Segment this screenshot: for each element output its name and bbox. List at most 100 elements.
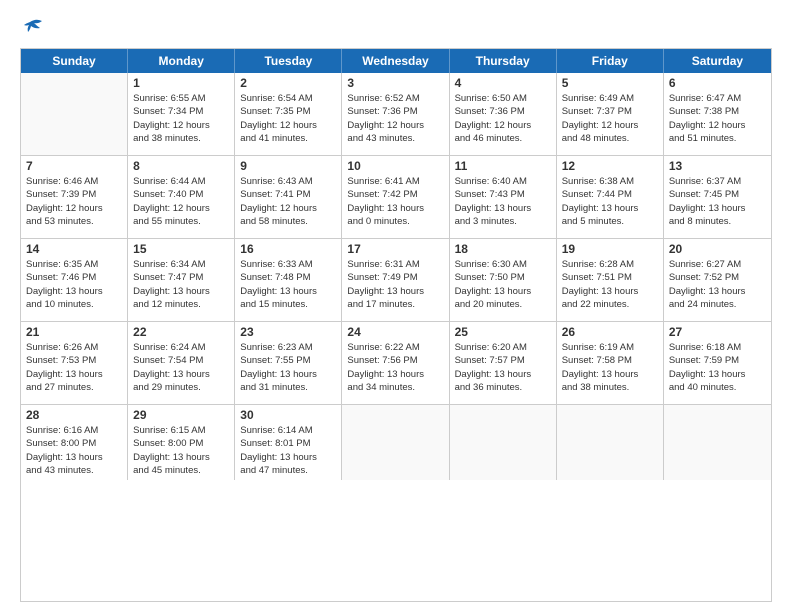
calendar-header-cell: Tuesday [235,49,342,73]
day-number: 5 [562,76,658,90]
day-info: Sunrise: 6:33 AM Sunset: 7:48 PM Dayligh… [240,258,336,311]
calendar-day-cell [342,405,449,480]
day-number: 24 [347,325,443,339]
day-number: 12 [562,159,658,173]
calendar-day-cell: 28 Sunrise: 6:16 AM Sunset: 8:00 PM Dayli… [21,405,128,480]
day-info: Sunrise: 6:38 AM Sunset: 7:44 PM Dayligh… [562,175,658,228]
day-number: 21 [26,325,122,339]
day-number: 27 [669,325,766,339]
calendar-day-cell: 19 Sunrise: 6:28 AM Sunset: 7:51 PM Dayli… [557,239,664,321]
day-number: 19 [562,242,658,256]
calendar-header: SundayMondayTuesdayWednesdayThursdayFrid… [21,49,771,73]
calendar-header-cell: Thursday [450,49,557,73]
calendar-day-cell [557,405,664,480]
day-number: 15 [133,242,229,256]
calendar-day-cell: 11 Sunrise: 6:40 AM Sunset: 7:43 PM Dayli… [450,156,557,238]
day-info: Sunrise: 6:47 AM Sunset: 7:38 PM Dayligh… [669,92,766,145]
page: SundayMondayTuesdayWednesdayThursdayFrid… [0,0,792,612]
calendar-day-cell [21,73,128,155]
day-info: Sunrise: 6:43 AM Sunset: 7:41 PM Dayligh… [240,175,336,228]
calendar-day-cell: 18 Sunrise: 6:30 AM Sunset: 7:50 PM Dayli… [450,239,557,321]
day-info: Sunrise: 6:20 AM Sunset: 7:57 PM Dayligh… [455,341,551,394]
day-info: Sunrise: 6:16 AM Sunset: 8:00 PM Dayligh… [26,424,122,477]
day-number: 18 [455,242,551,256]
calendar-day-cell: 12 Sunrise: 6:38 AM Sunset: 7:44 PM Dayli… [557,156,664,238]
calendar-day-cell: 23Sunrise: 6:23 AM Sunset: 7:55 PM Dayli… [235,322,342,404]
day-info: Sunrise: 6:26 AM Sunset: 7:53 PM Dayligh… [26,341,122,394]
header [20,16,772,38]
calendar-day-cell: 1Sunrise: 6:55 AM Sunset: 7:34 PM Daylig… [128,73,235,155]
calendar-week-row: 21 Sunrise: 6:26 AM Sunset: 7:53 PM Dayli… [21,322,771,405]
calendar-day-cell: 7Sunrise: 6:46 AM Sunset: 7:39 PM Daylig… [21,156,128,238]
calendar-day-cell: 29 Sunrise: 6:15 AM Sunset: 8:00 PM Dayli… [128,405,235,480]
calendar-header-cell: Sunday [21,49,128,73]
calendar-day-cell: 21 Sunrise: 6:26 AM Sunset: 7:53 PM Dayli… [21,322,128,404]
day-number: 30 [240,408,336,422]
calendar-day-cell: 6 Sunrise: 6:47 AM Sunset: 7:38 PM Daylig… [664,73,771,155]
day-info: Sunrise: 6:28 AM Sunset: 7:51 PM Dayligh… [562,258,658,311]
calendar-day-cell [664,405,771,480]
calendar-day-cell: 25 Sunrise: 6:20 AM Sunset: 7:57 PM Dayli… [450,322,557,404]
day-info: Sunrise: 6:55 AM Sunset: 7:34 PM Dayligh… [133,92,229,145]
calendar-header-cell: Friday [557,49,664,73]
day-number: 16 [240,242,336,256]
day-info: Sunrise: 6:15 AM Sunset: 8:00 PM Dayligh… [133,424,229,477]
day-info: Sunrise: 6:40 AM Sunset: 7:43 PM Dayligh… [455,175,551,228]
day-number: 2 [240,76,336,90]
day-info: Sunrise: 6:41 AM Sunset: 7:42 PM Dayligh… [347,175,443,228]
day-number: 22 [133,325,229,339]
day-number: 14 [26,242,122,256]
calendar-day-cell: 13Sunrise: 6:37 AM Sunset: 7:45 PM Dayli… [664,156,771,238]
day-info: Sunrise: 6:19 AM Sunset: 7:58 PM Dayligh… [562,341,658,394]
calendar-day-cell: 22 Sunrise: 6:24 AM Sunset: 7:54 PM Dayli… [128,322,235,404]
logo-bird-icon [22,16,44,38]
calendar-day-cell: 14Sunrise: 6:35 AM Sunset: 7:46 PM Dayli… [21,239,128,321]
calendar-day-cell: 16 Sunrise: 6:33 AM Sunset: 7:48 PM Dayli… [235,239,342,321]
calendar-body: 1Sunrise: 6:55 AM Sunset: 7:34 PM Daylig… [21,73,771,480]
calendar-day-cell: 26 Sunrise: 6:19 AM Sunset: 7:58 PM Dayli… [557,322,664,404]
calendar-week-row: 1Sunrise: 6:55 AM Sunset: 7:34 PM Daylig… [21,73,771,156]
day-info: Sunrise: 6:54 AM Sunset: 7:35 PM Dayligh… [240,92,336,145]
day-info: Sunrise: 6:22 AM Sunset: 7:56 PM Dayligh… [347,341,443,394]
day-number: 3 [347,76,443,90]
calendar-day-cell: 17Sunrise: 6:31 AM Sunset: 7:49 PM Dayli… [342,239,449,321]
calendar-week-row: 28 Sunrise: 6:16 AM Sunset: 8:00 PM Dayli… [21,405,771,480]
calendar-week-row: 7Sunrise: 6:46 AM Sunset: 7:39 PM Daylig… [21,156,771,239]
day-number: 26 [562,325,658,339]
day-info: Sunrise: 6:34 AM Sunset: 7:47 PM Dayligh… [133,258,229,311]
calendar-day-cell: 2 Sunrise: 6:54 AM Sunset: 7:35 PM Daylig… [235,73,342,155]
calendar-week-row: 14Sunrise: 6:35 AM Sunset: 7:46 PM Dayli… [21,239,771,322]
day-number: 20 [669,242,766,256]
day-number: 9 [240,159,336,173]
calendar-day-cell: 4Sunrise: 6:50 AM Sunset: 7:36 PM Daylig… [450,73,557,155]
day-number: 11 [455,159,551,173]
calendar-header-cell: Wednesday [342,49,449,73]
day-info: Sunrise: 6:49 AM Sunset: 7:37 PM Dayligh… [562,92,658,145]
day-number: 8 [133,159,229,173]
day-number: 23 [240,325,336,339]
calendar-day-cell: 10 Sunrise: 6:41 AM Sunset: 7:42 PM Dayli… [342,156,449,238]
day-info: Sunrise: 6:44 AM Sunset: 7:40 PM Dayligh… [133,175,229,228]
calendar-day-cell: 9 Sunrise: 6:43 AM Sunset: 7:41 PM Daylig… [235,156,342,238]
day-number: 10 [347,159,443,173]
calendar-day-cell: 20 Sunrise: 6:27 AM Sunset: 7:52 PM Dayli… [664,239,771,321]
day-info: Sunrise: 6:30 AM Sunset: 7:50 PM Dayligh… [455,258,551,311]
day-info: Sunrise: 6:14 AM Sunset: 8:01 PM Dayligh… [240,424,336,477]
day-number: 25 [455,325,551,339]
day-info: Sunrise: 6:24 AM Sunset: 7:54 PM Dayligh… [133,341,229,394]
day-number: 28 [26,408,122,422]
day-info: Sunrise: 6:27 AM Sunset: 7:52 PM Dayligh… [669,258,766,311]
calendar-day-cell [450,405,557,480]
day-number: 4 [455,76,551,90]
day-number: 6 [669,76,766,90]
calendar: SundayMondayTuesdayWednesdayThursdayFrid… [20,48,772,602]
calendar-day-cell: 8 Sunrise: 6:44 AM Sunset: 7:40 PM Daylig… [128,156,235,238]
calendar-header-cell: Saturday [664,49,771,73]
day-number: 29 [133,408,229,422]
day-info: Sunrise: 6:31 AM Sunset: 7:49 PM Dayligh… [347,258,443,311]
logo [20,16,44,38]
day-number: 7 [26,159,122,173]
calendar-header-cell: Monday [128,49,235,73]
day-info: Sunrise: 6:18 AM Sunset: 7:59 PM Dayligh… [669,341,766,394]
calendar-day-cell: 27 Sunrise: 6:18 AM Sunset: 7:59 PM Dayli… [664,322,771,404]
